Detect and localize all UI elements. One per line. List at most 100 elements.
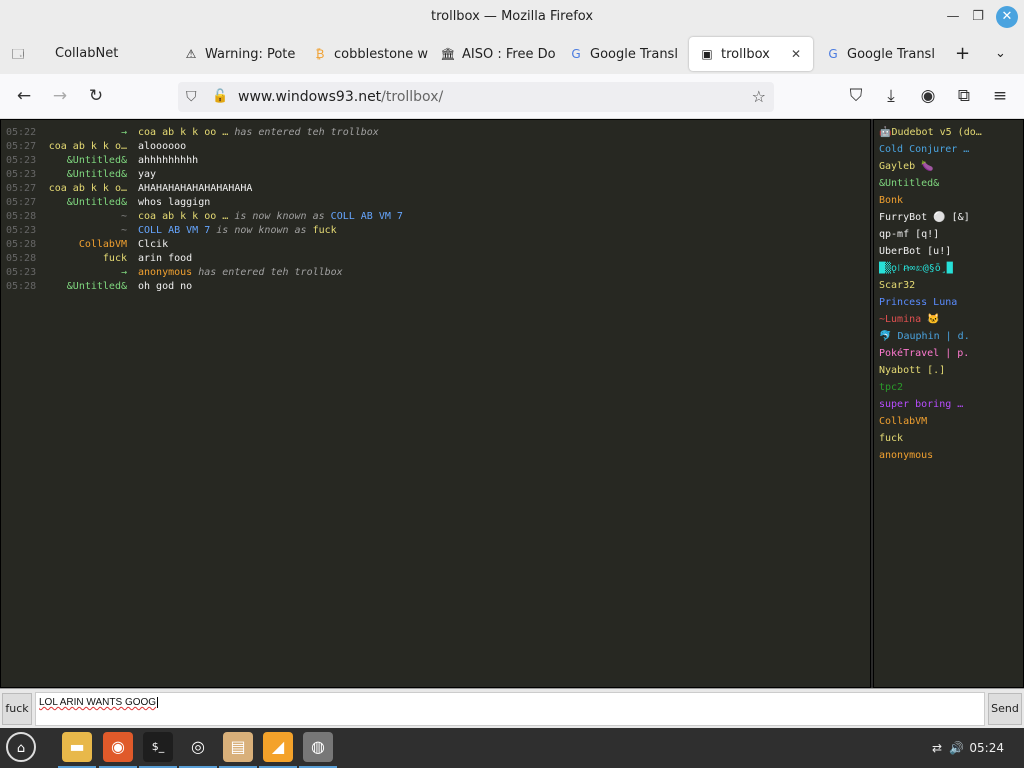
terminal-icon[interactable]: $_	[143, 732, 173, 762]
message-nick[interactable]: coa ab k k o…	[45, 182, 127, 196]
minimize-icon[interactable]: —	[942, 6, 964, 28]
message-nick[interactable]: &Untitled&	[45, 168, 127, 182]
message-body: Clcik	[138, 239, 169, 250]
message-body: coa ab k k oo … has entered teh trollbox	[138, 126, 379, 140]
user-list-item[interactable]: Gayleb 🍆	[879, 159, 1021, 175]
user-list-item[interactable]: fuck	[879, 431, 1021, 447]
user-list-item[interactable]: &Untitled&	[879, 176, 1021, 192]
message-time: 05:28	[6, 239, 37, 250]
text-cursor	[157, 697, 159, 708]
list-all-tabs-icon: 🗔	[11, 47, 25, 61]
close-tab-icon[interactable]: ✕	[791, 37, 801, 71]
taskbar: ⌂ ▬ ◉ $_ ◎ ▤ ◢ ◍ ⇄ 🔊 05:24	[0, 728, 1024, 768]
tab-google-translate-1[interactable]: G Google Transl	[568, 37, 680, 71]
menu-icon[interactable]: ≡	[988, 84, 1012, 108]
system-user-name: anonymous	[138, 267, 193, 278]
tracking-protection-icon[interactable]: ⛉	[186, 82, 197, 112]
tab-warning[interactable]: ⚠ Warning: Pote	[183, 37, 301, 71]
system-message-text: has entered teh trollbox	[192, 267, 343, 278]
translate-icon: G	[571, 47, 581, 61]
maximize-icon[interactable]: ❐	[967, 6, 989, 28]
user-list-item[interactable]: Cold Conjurer …	[879, 142, 1021, 158]
extensions-icon[interactable]: ⧉	[952, 84, 976, 108]
user-list-item[interactable]: anonymous	[879, 448, 1021, 464]
message-body: anonymous has entered teh trollbox	[138, 266, 343, 280]
message-nick[interactable]: coa ab k k o…	[45, 140, 127, 154]
message-time: 05:28	[6, 253, 37, 264]
system-message-text: has entered teh trollbox	[228, 127, 379, 138]
message-nick[interactable]: fuck	[45, 252, 127, 266]
url-bar[interactable]: ⛉ 🔓 www.windows93.net/trollbox/ ☆	[178, 82, 774, 112]
network-icon[interactable]: ⇄	[932, 728, 942, 768]
system-message-text: is now known as	[228, 211, 331, 222]
window-titlebar: trollbox — Mozilla Firefox — ❐ ✕	[0, 0, 1024, 34]
message-nick[interactable]: →	[45, 266, 127, 280]
user-list-item[interactable]: tpc2	[879, 380, 1021, 396]
volume-icon[interactable]: 🔊	[949, 728, 964, 768]
downloads-icon[interactable]: ⤓	[879, 84, 903, 108]
forward-icon[interactable]: →	[48, 84, 72, 108]
package-icon[interactable]: ▤	[223, 732, 253, 762]
user-list-item[interactable]: ~Lumina 🐱	[879, 312, 1021, 328]
user-list[interactable]: 🤖Dudebot v5 (do… Cold Conjurer … Gayleb 🍆 &…	[873, 119, 1024, 688]
user-list-item[interactable]: █▒ǫ꜍ꞥ∞ಖ@§ō¸█	[879, 261, 1021, 277]
system-new-name: fuck	[312, 225, 337, 236]
send-button[interactable]: Send	[988, 693, 1022, 725]
new-tab-icon[interactable]: +	[955, 37, 975, 71]
message-body: whos laggign	[138, 197, 211, 208]
user-list-item[interactable]: qp-mf [q!]	[879, 227, 1021, 243]
bookmark-star-icon[interactable]: ☆	[752, 82, 766, 112]
message-time: 05:27	[6, 183, 37, 194]
back-icon[interactable]: ←	[12, 84, 36, 108]
close-window-icon[interactable]: ✕	[996, 6, 1018, 28]
office-icon[interactable]: ◢	[263, 732, 293, 762]
user-list-item[interactable]: 🤖Dudebot v5 (do…	[879, 125, 1021, 141]
list-all-tabs-button[interactable]: 🗔	[10, 37, 46, 71]
tab-google-translate-2[interactable]: G Google Transl	[825, 37, 937, 71]
message-input[interactable]: LOL ARIN WANTS GOOG	[35, 692, 985, 726]
message-nick[interactable]: &Untitled&	[45, 280, 127, 294]
message-nick[interactable]: CollabVM	[45, 238, 127, 252]
disk-utility-icon[interactable]: ◍	[303, 732, 333, 762]
user-list-item[interactable]: Bonk	[879, 193, 1021, 209]
message-nick[interactable]: &Untitled&	[45, 154, 127, 168]
tab-cobblestone[interactable]: ₿ cobblestone w	[312, 37, 428, 71]
warning-icon: ⚠	[185, 47, 197, 61]
user-list-item[interactable]: PokéTravel | p.	[879, 346, 1021, 362]
url-text[interactable]: www.windows93.net/trollbox/	[238, 82, 443, 112]
chat-log[interactable]: 05:22 → coa ab k k oo … has entered teh tr…	[0, 119, 871, 688]
user-list-item[interactable]: UberBot [u!]	[879, 244, 1021, 260]
navigation-bar: ← → ↻ ⛉ 🔓 www.windows93.net/trollbox/ ☆ …	[0, 74, 1024, 119]
insecure-lock-icon[interactable]: 🔓	[212, 82, 228, 112]
account-icon[interactable]: ◉	[916, 84, 940, 108]
message-time: 05:23	[6, 267, 37, 278]
message-nick[interactable]: ~	[45, 224, 127, 238]
message-nick[interactable]: →	[45, 126, 127, 140]
user-list-item[interactable]: 🐬 Dauphin | d.	[879, 329, 1021, 345]
user-list-item[interactable]: super boring …	[879, 397, 1021, 413]
message-nick[interactable]: &Untitled&	[45, 196, 127, 210]
tab-trollbox[interactable]: ▣ trollbox ✕	[689, 37, 813, 71]
disc-icon[interactable]: ◎	[183, 732, 213, 762]
message-time: 05:28	[6, 211, 37, 222]
user-list-item[interactable]: Princess Luna	[879, 295, 1021, 311]
user-list-item[interactable]: Scar32	[879, 278, 1021, 294]
user-list-item[interactable]: FurryBot ⚪ [&]	[879, 210, 1021, 226]
firefox-icon[interactable]: ◉	[103, 732, 133, 762]
mint-menu-icon[interactable]: ⌂	[6, 732, 36, 762]
message-time: 05:23	[6, 225, 37, 236]
message-time: 05:23	[6, 169, 37, 180]
tab-aiso[interactable]: 🏛 AISO : Free Do	[440, 37, 556, 71]
input-bar: fuck LOL ARIN WANTS GOOG Send	[0, 688, 1024, 728]
translate-icon: G	[828, 47, 838, 61]
tab-collabnet[interactable]: CollabNet	[55, 37, 165, 71]
reload-icon[interactable]: ↻	[84, 84, 108, 108]
clock[interactable]: 05:24	[969, 728, 1004, 768]
folder-icon[interactable]: ▬	[62, 732, 92, 762]
pocket-icon[interactable]: ⛉	[844, 84, 868, 108]
nickname-button[interactable]: fuck	[2, 693, 32, 725]
user-list-item[interactable]: Nyabott [.]	[879, 363, 1021, 379]
user-list-item[interactable]: CollabVM	[879, 414, 1021, 430]
chevron-down-icon[interactable]: ⌄	[995, 37, 1015, 71]
message-nick[interactable]: ~	[45, 210, 127, 224]
